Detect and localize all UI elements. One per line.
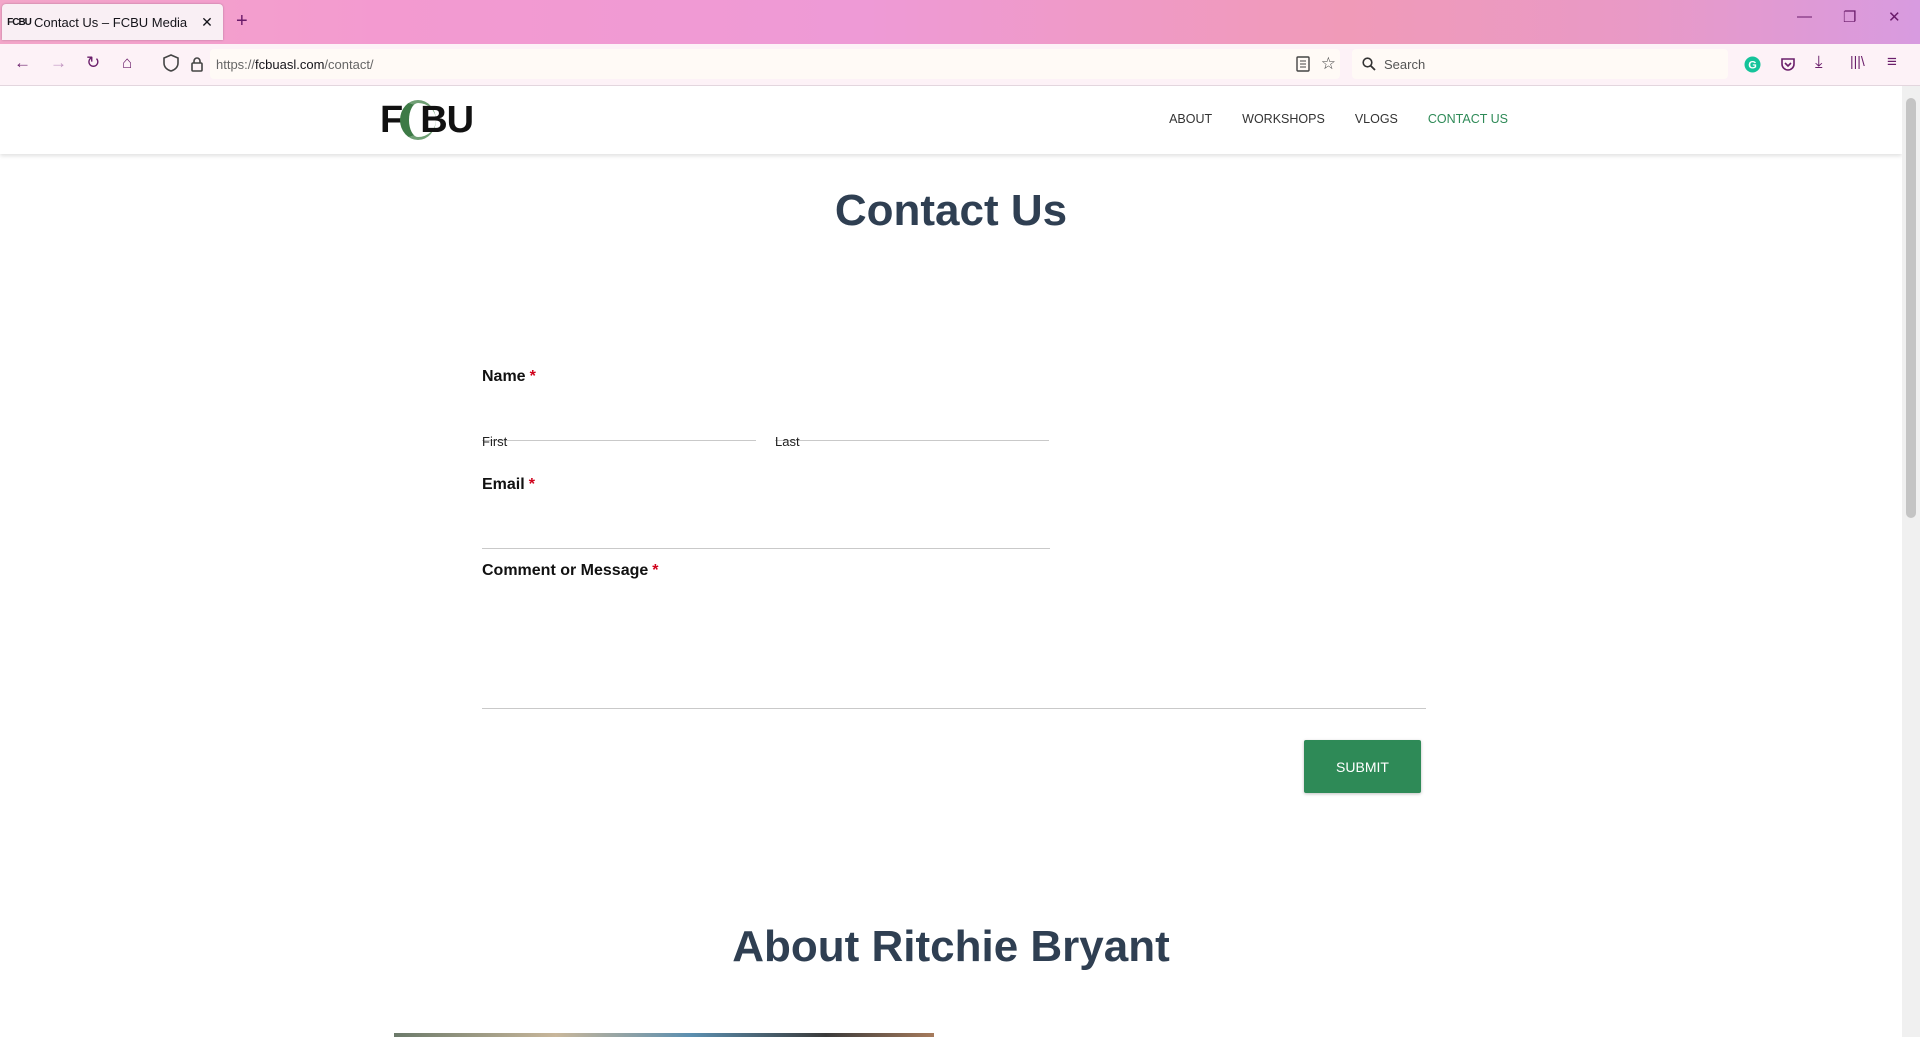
about-title: About Ritchie Bryant (732, 922, 1170, 971)
browser-toolbar: ← → ↻ ⌂ https://fcbuasl.com/contact/ ☆ G… (0, 44, 1920, 86)
menu-icon[interactable]: ≡ (1887, 52, 1897, 72)
browser-tab-bar: FCBU Contact Us – FCBU Media ✕ + — ❐ ✕ (0, 0, 1920, 44)
home-icon[interactable]: ⌂ (122, 53, 132, 73)
first-name-sublabel: First (482, 434, 508, 449)
library-icon[interactable]: |||\ (1850, 53, 1865, 69)
email-field[interactable] (482, 514, 1050, 549)
search-input[interactable] (1382, 55, 1706, 73)
minimize-icon[interactable]: — (1797, 8, 1812, 25)
tab-close-icon[interactable]: ✕ (197, 14, 217, 31)
page-title: Contact Us (834, 186, 1068, 235)
logo-letter-f: F (380, 98, 403, 141)
address-bar[interactable]: https://fcbuasl.com/contact/ ☆ (191, 49, 1340, 79)
tab-title: Contact Us – FCBU Media (34, 14, 188, 30)
reader-view-icon[interactable] (1296, 56, 1310, 72)
page-scrollbar[interactable] (1902, 86, 1920, 1037)
page-viewport: F BU ABOUT WORKSHOPS VLOGS CONTACT US Co… (0, 86, 1902, 1037)
grammarly-icon[interactable]: G (1744, 56, 1761, 73)
search-bar[interactable] (1352, 49, 1728, 79)
site-nav: ABOUT WORKSHOPS VLOGS CONTACT US (1169, 112, 1508, 126)
downloads-icon[interactable]: ⤓ (1815, 52, 1823, 72)
name-label: Name * (482, 368, 536, 385)
required-marker: * (528, 476, 535, 493)
site-header: F BU ABOUT WORKSHOPS VLOGS CONTACT US (0, 86, 1902, 154)
window-close-icon[interactable]: ✕ (1888, 8, 1901, 26)
bookmark-star-icon[interactable]: ☆ (1321, 54, 1336, 74)
new-tab-icon[interactable]: + (236, 10, 248, 33)
email-label: Email * (482, 476, 535, 493)
nav-vlogs[interactable]: VLOGS (1355, 112, 1398, 126)
tracking-shield-icon[interactable] (163, 54, 179, 72)
back-icon[interactable]: ← (14, 53, 31, 73)
site-logo[interactable]: F BU (380, 96, 474, 144)
required-marker: * (652, 562, 659, 579)
last-name-field[interactable] (775, 406, 1049, 441)
browser-tab-active[interactable]: FCBU Contact Us – FCBU Media ✕ (2, 4, 223, 40)
forward-icon[interactable]: → (50, 53, 67, 73)
nav-about[interactable]: ABOUT (1169, 112, 1212, 126)
search-icon (1362, 57, 1376, 71)
logo-letters-bu: BU (420, 98, 474, 141)
lock-icon (190, 56, 204, 72)
site-favicon-icon: FCBU (7, 16, 32, 28)
required-marker: * (529, 368, 536, 385)
submit-button[interactable]: SUBMIT (1304, 740, 1421, 793)
pocket-icon[interactable] (1780, 56, 1796, 72)
last-name-sublabel: Last (775, 434, 800, 449)
message-label: Comment or Message * (482, 562, 659, 579)
restore-icon[interactable]: ❐ (1843, 8, 1856, 26)
message-field[interactable] (482, 596, 1426, 709)
url-text: https://fcbuasl.com/contact/ (216, 56, 374, 72)
nav-contact-us[interactable]: CONTACT US (1428, 112, 1508, 126)
first-name-field[interactable] (482, 406, 756, 441)
svg-text:G: G (1748, 60, 1757, 72)
nav-workshops[interactable]: WORKSHOPS (1242, 112, 1325, 126)
scrollbar-thumb[interactable] (1906, 98, 1916, 518)
reload-icon[interactable]: ↻ (86, 53, 100, 73)
about-photo (394, 1033, 934, 1037)
